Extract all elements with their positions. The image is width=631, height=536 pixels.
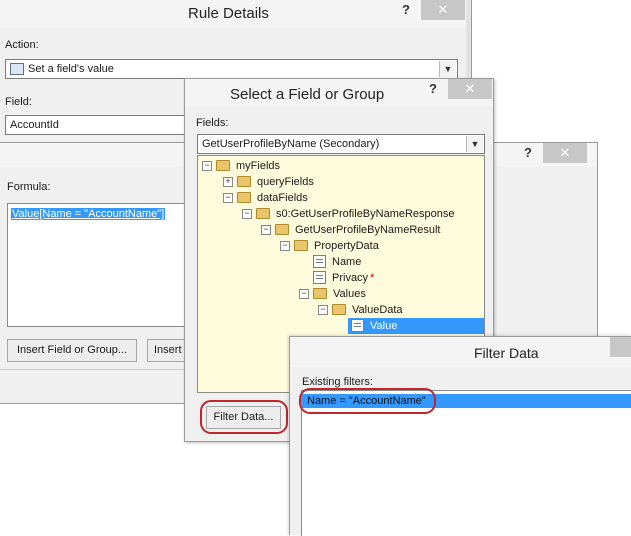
select-field-help-button[interactable]: ? [429, 81, 437, 96]
field-value: AccountId [10, 119, 59, 131]
collapse-icon[interactable]: − [280, 241, 290, 251]
formula-label: Formula: [7, 181, 51, 193]
highlight-oval [200, 400, 288, 434]
close-button[interactable]: ✕ [421, 0, 465, 20]
folder-icon [275, 224, 289, 235]
field-icon [313, 255, 326, 268]
filter-data-dialog: Filter Data Existing filters: Name = "Ac… [289, 336, 631, 536]
rule-details-titlebar: Rule Details ? ✕ [0, 0, 471, 28]
collapse-icon[interactable]: − [299, 289, 309, 299]
tree-node-label: s0:GetUserProfileByNameResponse [276, 208, 455, 220]
data-source-value: GetUserProfileByName (Secondary) [202, 138, 380, 150]
rule-details-title: Rule Details [188, 5, 269, 22]
tree-node-label: Privacy [332, 272, 369, 284]
tree-node-label: myFields [236, 160, 281, 172]
filter-data-titlebar: Filter Data [290, 337, 631, 367]
collapse-icon[interactable]: − [261, 225, 271, 235]
tree-node-label: ValueData [352, 304, 403, 316]
action-value: Set a field's value [28, 63, 114, 75]
folder-icon [294, 240, 308, 251]
chevron-down-icon[interactable]: ▼ [439, 61, 456, 77]
formula-help-button[interactable]: ? [524, 145, 532, 160]
select-field-close-button[interactable]: ✕ [448, 79, 492, 99]
field-icon [351, 319, 364, 332]
field-input[interactable]: AccountId [5, 115, 185, 135]
insert-field-button[interactable]: Insert Field or Group... [7, 339, 137, 362]
folder-icon [237, 192, 251, 203]
required-marker: * [370, 272, 375, 284]
tree-node-label: queryFields [257, 176, 314, 188]
folder-icon [256, 208, 270, 219]
expand-icon[interactable]: + [223, 177, 233, 187]
tree-node-label: dataFields [257, 192, 308, 204]
data-source-dropdown[interactable]: GetUserProfileByName (Secondary) ▼ [197, 134, 485, 154]
existing-filters-label: Existing filters: [302, 376, 373, 388]
collapse-icon[interactable]: − [242, 209, 252, 219]
filter-data-title: Filter Data [474, 345, 539, 361]
folder-icon [332, 304, 346, 315]
tree-node-label: GetUserProfileByNameResult [295, 224, 441, 236]
tree-node-label: Name [332, 256, 362, 268]
fields-label: Fields: [196, 117, 229, 129]
tree-node-label: Value [370, 320, 398, 332]
tree-node-label: PropertyData [314, 240, 379, 252]
collapse-icon[interactable]: − [202, 161, 212, 171]
tree-selection-bar [348, 318, 484, 334]
collapse-icon[interactable]: − [318, 305, 328, 315]
field-label: Field: [5, 96, 32, 108]
highlight-oval [299, 388, 436, 414]
formula-text: Value[Name = "AccountName"] [11, 208, 166, 220]
close-button-partial[interactable] [610, 337, 631, 357]
chevron-down-icon[interactable]: ▼ [466, 136, 483, 152]
action-icon [10, 63, 24, 75]
folder-icon [313, 288, 327, 299]
tree-node-label: Values [333, 288, 366, 300]
field-icon [313, 271, 326, 284]
select-field-titlebar: Select a Field or Group ? ✕ [185, 79, 493, 107]
select-field-title: Select a Field or Group [230, 86, 385, 103]
folder-icon [237, 176, 251, 187]
folder-icon [216, 160, 230, 171]
action-label: Action: [5, 39, 39, 51]
action-dropdown[interactable]: Set a field's value ▼ [5, 59, 458, 79]
collapse-icon[interactable]: − [223, 193, 233, 203]
formula-close-button[interactable]: ✕ [543, 143, 587, 163]
help-button[interactable]: ? [402, 2, 410, 17]
